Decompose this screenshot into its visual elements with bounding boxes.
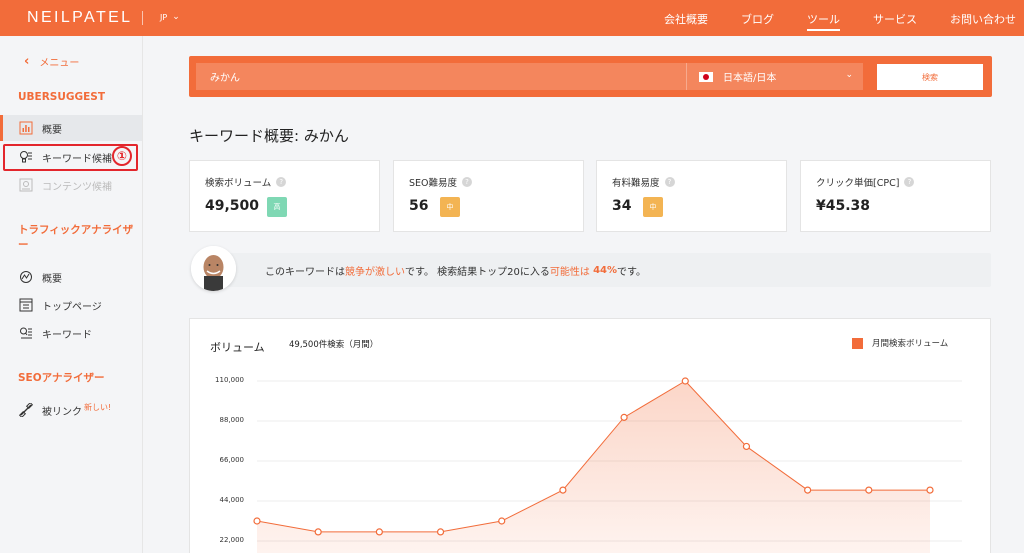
sidebar-item-backlinks[interactable]: 被リンク 新しい! (0, 397, 142, 423)
help-icon[interactable]: ? (664, 177, 675, 187)
metric-card-search-volume: 検索ボリューム? 49,500 高 (189, 160, 380, 232)
data-point[interactable] (926, 486, 934, 494)
search-button[interactable]: 検索 (877, 64, 983, 90)
top-page-icon (18, 297, 34, 313)
data-point[interactable] (681, 377, 689, 385)
data-point[interactable] (804, 486, 812, 494)
sidebar-item-label: キーワード (42, 329, 92, 341)
nav-tools[interactable]: ツール (807, 11, 840, 31)
metric-label: SEO難易度? (409, 175, 473, 189)
chevron-left-icon: ‹ (24, 54, 30, 69)
avatar (191, 246, 236, 291)
metric-label: 検索ボリューム? (205, 175, 287, 189)
menu-back-label: メニュー (39, 58, 80, 69)
section-seo-analyzer: SEOアナライザー (18, 372, 105, 384)
keyword-search-icon (18, 325, 34, 341)
data-point[interactable] (498, 517, 506, 525)
sidebar-item-keywords[interactable]: キーワード (0, 320, 142, 346)
chart-icon (18, 120, 34, 136)
sidebar-item-overview[interactable]: 概要 (0, 115, 142, 141)
sidebar-item-label: コンテンツ候補 (42, 181, 112, 193)
volume-chart-card: ボリューム 49,500件検索（月間） 月間検索ボリューム 110,000 88,… (189, 318, 991, 553)
help-icon[interactable]: ? (904, 177, 915, 187)
section-ubersuggest: UBERSUGGEST (18, 91, 106, 103)
data-point[interactable] (436, 528, 445, 536)
level-badge: 中 (440, 197, 460, 217)
volume-area-chart (253, 377, 962, 553)
data-point[interactable] (314, 528, 322, 536)
metric-label: 有料難易度? (612, 175, 675, 189)
sidebar-item-label: 概要 (42, 273, 62, 285)
level-badge: 高 (267, 197, 287, 217)
sidebar: ‹ メニュー UBERSUGGEST 概要 キーワード候補 コンテンツ候補 トラ… (0, 36, 143, 553)
search-bar: 日本語/日本 ⌄ 検索 (189, 56, 992, 97)
data-point[interactable] (559, 486, 567, 494)
menu-back-link[interactable]: ‹ メニュー (24, 54, 79, 69)
help-icon[interactable]: ? (462, 177, 473, 187)
chevron-down-icon: ⌄ (172, 12, 180, 22)
annotation-number: ① (112, 146, 132, 166)
new-badge: 新しい! (84, 402, 112, 412)
sidebar-item-top-pages[interactable]: トップページ (0, 292, 142, 318)
metric-card-paid-difficulty: 有料難易度? 34 中 (596, 160, 787, 232)
sidebar-item-label: 被リンク (42, 406, 82, 418)
content-icon (18, 177, 34, 193)
level-badge: 中 (643, 197, 663, 217)
nav-divider (142, 11, 143, 25)
metric-card-seo-difficulty: SEO難易度? 56 中 (393, 160, 584, 232)
metric-value: 34 (612, 198, 632, 214)
metric-label: クリック単価[CPC]? (816, 175, 915, 189)
logo[interactable]: NEILPATEL (27, 9, 132, 27)
metric-value: ¥45.38 (816, 198, 871, 214)
nav-services[interactable]: サービス (873, 11, 917, 27)
data-point[interactable] (620, 413, 628, 421)
metric-card-cpc: クリック単価[CPC]? ¥45.38 (800, 160, 991, 232)
sidebar-item-label: 概要 (42, 124, 62, 136)
data-point[interactable] (253, 517, 261, 525)
nav-contact[interactable]: お問い合わせ (950, 11, 1016, 27)
nav-blog[interactable]: ブログ (741, 11, 774, 27)
metric-value: 49,500 (205, 198, 260, 214)
language-selector[interactable]: JP ⌄ (160, 12, 180, 22)
page-title: キーワード概要: みかん (189, 127, 349, 145)
data-point[interactable] (865, 486, 873, 494)
section-traffic-analyzer: トラフィックアナライザー (18, 224, 134, 251)
help-icon[interactable]: ? (276, 177, 287, 187)
language-label: JP (160, 12, 168, 22)
metric-value: 56 (409, 198, 429, 214)
data-point[interactable] (742, 442, 751, 451)
sidebar-item-content-ideas[interactable]: コンテンツ候補 (0, 172, 142, 198)
sidebar-item-traffic-overview[interactable]: 概要 (0, 264, 142, 290)
language-dropdown[interactable]: 日本語/日本 ⌄ (686, 63, 863, 90)
sidebar-item-label: トップページ (42, 301, 102, 313)
link-icon (18, 402, 34, 418)
data-point[interactable] (375, 528, 383, 536)
top-nav: NEILPATEL JP ⌄ 会社概要 ブログ ツール サービス お問い合わせ (0, 0, 1024, 36)
chevron-down-icon: ⌄ (845, 70, 853, 80)
area-fill (257, 381, 930, 553)
traffic-overview-icon (18, 269, 34, 285)
language-dropdown-label: 日本語/日本 (723, 73, 777, 84)
nav-company[interactable]: 会社概要 (664, 11, 708, 27)
japan-flag-icon (699, 71, 713, 82)
difficulty-message: このキーワードは 競争が激しい です。 検索結果トップ20に入る 可能性は 44% です… (215, 253, 991, 287)
search-input[interactable] (196, 63, 686, 90)
